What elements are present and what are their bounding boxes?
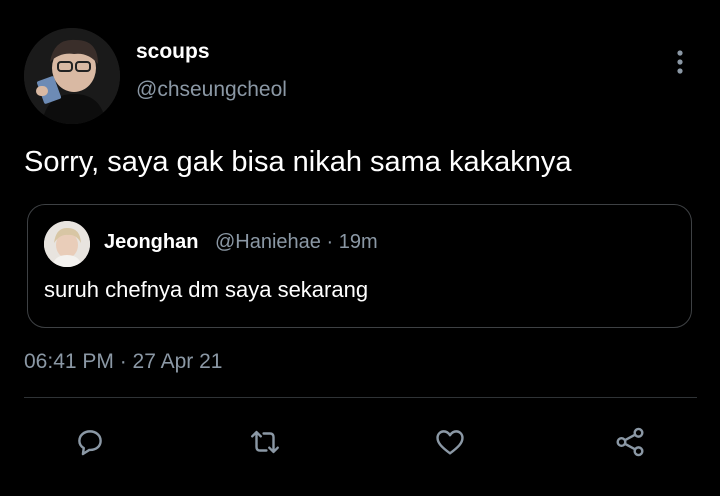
quoted-tweet-text: suruh chefnya dm saya sekarang — [44, 277, 369, 302]
tweet-text: Sorry, saya gak bisa nikah sama kakaknya — [24, 146, 572, 178]
like-icon — [436, 430, 464, 455]
quoted-author-avatar — [44, 221, 90, 267]
quoted-tweet-card[interactable]: Jeonghan @Haniehae · 19m suruh chefnya d… — [27, 204, 692, 328]
reply-icon — [78, 430, 102, 456]
tweet-timestamp[interactable]: 06:41 PM · 27 Apr 21 — [24, 350, 222, 374]
retweet-icon — [251, 430, 279, 454]
avatar-photo — [24, 28, 120, 124]
author-handle[interactable]: @chseungcheol — [136, 78, 287, 102]
quoted-display-name: Jeonghan — [104, 231, 199, 253]
more-options-icon[interactable] — [668, 48, 692, 76]
quoted-handle-time: @Haniehae · 19m — [215, 231, 378, 253]
divider — [24, 397, 697, 398]
author-avatar[interactable] — [24, 28, 120, 124]
retweet-button[interactable] — [245, 422, 285, 462]
like-button[interactable] — [430, 422, 470, 462]
author-display-name[interactable]: scoups — [136, 40, 210, 64]
reply-button[interactable] — [70, 422, 110, 462]
share-icon — [616, 427, 644, 457]
share-button[interactable] — [610, 422, 650, 462]
quoted-avatar-photo — [44, 221, 90, 267]
